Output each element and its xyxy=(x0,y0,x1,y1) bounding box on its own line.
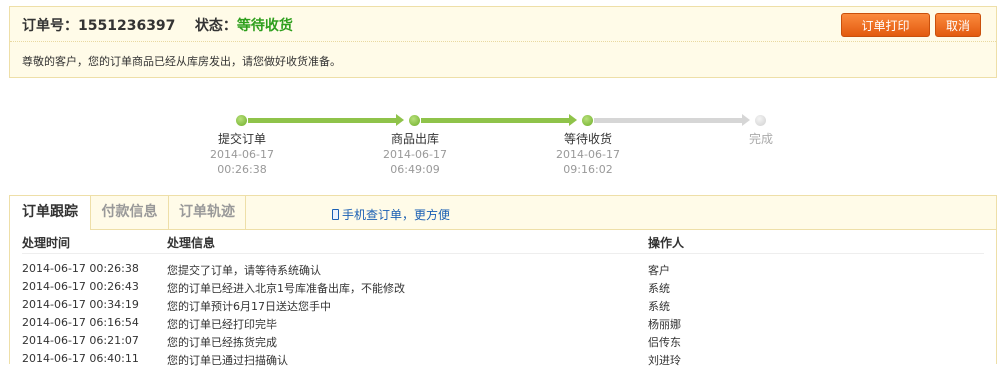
shipping-notice: 尊敬的客户，您的订单商品已经从库房发出，请您做好收货准备。 xyxy=(22,55,341,68)
table-row: 2014-06-17 00:26:38 您提交了订单，请等待系统确认 客户 xyxy=(10,262,996,280)
cell-operator: 刘进玲 xyxy=(648,354,681,367)
cell-time: 2014-06-17 00:34:19 xyxy=(22,298,139,311)
step-label-awaiting: 等待收货 xyxy=(563,132,612,146)
step-time-submitted: 00:26:38 xyxy=(217,163,267,176)
mobile-order-link[interactable]: 手机查订单，更方便 xyxy=(332,206,450,223)
step-dot-shipped xyxy=(409,115,420,126)
step-date-shipped: 2014-06-17 xyxy=(383,148,447,161)
order-progress: 提交订单 2014-06-17 00:26:38 商品出库 2014-06-17… xyxy=(0,110,1003,180)
cell-operator: 侣传东 xyxy=(648,336,681,349)
cell-time: 2014-06-17 00:26:38 xyxy=(22,262,139,275)
column-header-info: 处理信息 xyxy=(167,236,216,250)
step-label-submitted: 提交订单 xyxy=(217,132,266,146)
tab-order-tracking[interactable]: 订单跟踪 xyxy=(10,196,91,230)
cell-operator: 系统 xyxy=(648,300,670,313)
step-label-shipped: 商品出库 xyxy=(390,132,439,146)
cancel-order-button[interactable]: 取消 xyxy=(935,13,981,37)
progress-arrow-3 xyxy=(742,114,750,126)
order-number-label: 订单号： xyxy=(22,18,78,34)
order-header: 订单号：1551236397 状态：等待收货 订单打印 取消 尊敬的客户，您的订… xyxy=(9,6,997,78)
step-dot-complete xyxy=(755,115,766,126)
cell-time: 2014-06-17 06:21:07 xyxy=(22,334,139,347)
tab-payment-info[interactable]: 付款信息 xyxy=(91,196,169,229)
table-row: 2014-06-17 06:21:07 您的订单已经拣货完成 侣传东 xyxy=(10,334,996,352)
tab-order-trajectory[interactable]: 订单轨迹 xyxy=(169,196,246,229)
cell-info: 您的订单预计6月17日送达您手中 xyxy=(167,300,331,313)
progress-arrow-2 xyxy=(569,114,577,126)
cell-operator: 客户 xyxy=(648,264,670,277)
cell-info: 您的订单已经进入北京1号库准备出库，不能修改 xyxy=(167,282,405,295)
phone-icon xyxy=(332,209,339,220)
progress-segment-3 xyxy=(594,118,742,123)
step-label-complete: 完成 xyxy=(748,132,773,146)
table-row: 2014-06-17 00:34:19 您的订单预计6月17日送达您手中 系统 xyxy=(10,298,996,316)
cell-info: 您的订单已经拣货完成 xyxy=(167,336,277,349)
progress-segment-1 xyxy=(248,118,396,123)
step-dot-submitted xyxy=(236,115,247,126)
cell-info: 您提交了订单，请等待系统确认 xyxy=(167,264,321,277)
progress-arrow-1 xyxy=(396,114,404,126)
cell-time: 2014-06-17 06:16:54 xyxy=(22,316,139,329)
progress-segment-2 xyxy=(421,118,569,123)
cell-operator: 系统 xyxy=(648,282,670,295)
cell-time: 2014-06-17 06:40:11 xyxy=(22,352,139,365)
table-row: 2014-06-17 06:40:11 您的订单已通过扫描确认 刘进玲 xyxy=(10,352,996,370)
mobile-link-text: 手机查订单，更方便 xyxy=(342,208,451,222)
step-date-awaiting: 2014-06-17 xyxy=(556,148,620,161)
cell-info: 您的订单已经打印完毕 xyxy=(167,318,277,331)
print-order-button[interactable]: 订单打印 xyxy=(841,13,930,37)
cell-operator: 杨丽娜 xyxy=(648,318,681,331)
table-row: 2014-06-17 00:26:43 您的订单已经进入北京1号库准备出库，不能… xyxy=(10,280,996,298)
status-value: 等待收货 xyxy=(236,18,293,34)
tab-bar: 订单跟踪 付款信息 订单轨迹 手机查订单，更方便 xyxy=(10,196,996,230)
table-divider xyxy=(22,253,984,254)
step-time-awaiting: 09:16:02 xyxy=(563,163,613,176)
order-tracking-panel: 订单跟踪 付款信息 订单轨迹 手机查订单，更方便 处理时间 处理信息 操作人 2… xyxy=(9,195,997,367)
column-header-time: 处理时间 xyxy=(22,236,71,250)
step-dot-awaiting xyxy=(582,115,593,126)
step-time-shipped: 06:49:09 xyxy=(390,163,440,176)
order-summary: 订单号：1551236397 状态：等待收货 xyxy=(22,15,293,35)
status-label: 状态： xyxy=(194,18,237,34)
order-number: 1551236397 xyxy=(78,18,176,34)
column-header-operator: 操作人 xyxy=(648,236,685,250)
order-header-top: 订单号：1551236397 状态：等待收货 订单打印 取消 xyxy=(10,7,996,42)
step-date-submitted: 2014-06-17 xyxy=(210,148,274,161)
table-row: 2014-06-17 06:16:54 您的订单已经打印完毕 杨丽娜 xyxy=(10,316,996,334)
cell-info: 您的订单已通过扫描确认 xyxy=(167,354,288,367)
cell-time: 2014-06-17 00:26:43 xyxy=(22,280,139,293)
